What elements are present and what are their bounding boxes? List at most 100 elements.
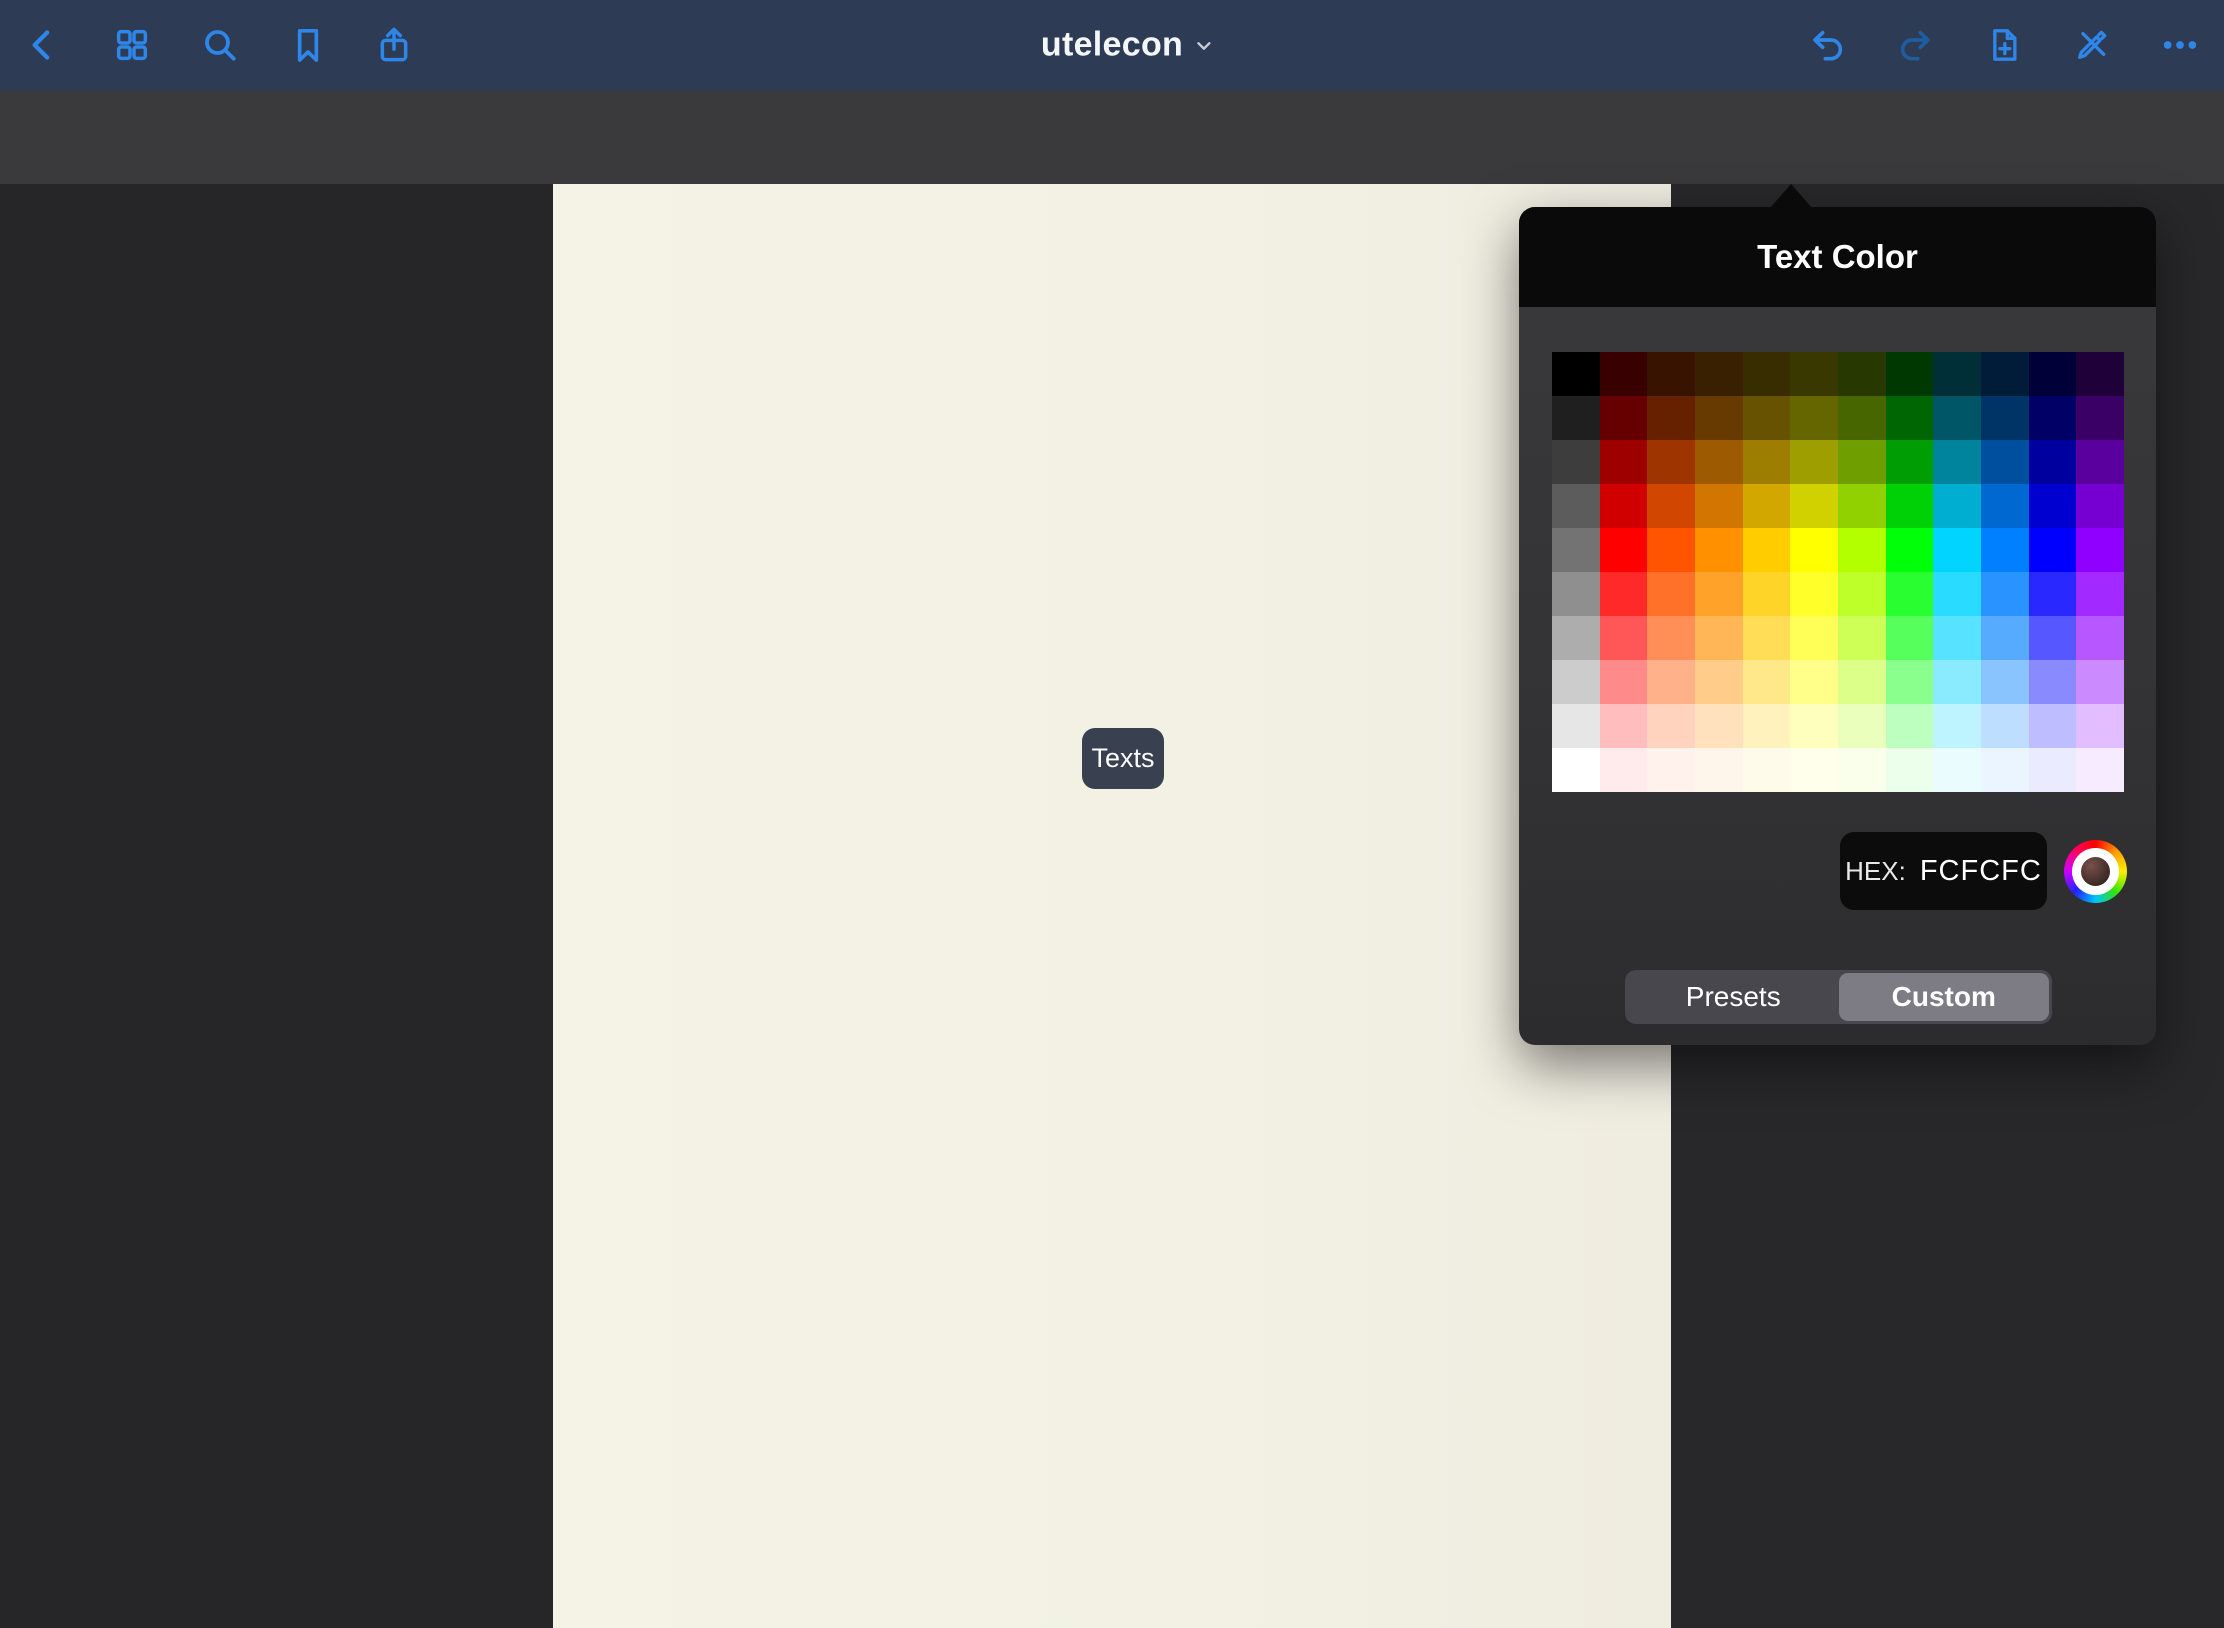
bookmark-icon[interactable] bbox=[286, 23, 330, 67]
color-swatch-cell[interactable] bbox=[1647, 528, 1695, 572]
color-swatch-cell[interactable] bbox=[1743, 396, 1791, 440]
color-swatch-cell[interactable] bbox=[1886, 528, 1934, 572]
color-wheel-button[interactable] bbox=[2064, 840, 2127, 903]
color-swatch-cell[interactable] bbox=[1838, 440, 1886, 484]
color-swatch-cell[interactable] bbox=[1886, 748, 1934, 792]
color-swatch-cell[interactable] bbox=[1838, 616, 1886, 660]
page-thumbnails-icon[interactable] bbox=[110, 23, 154, 67]
color-swatch-cell[interactable] bbox=[1743, 704, 1791, 748]
tab-presets[interactable]: Presets bbox=[1628, 973, 1839, 1021]
color-swatch-cell[interactable] bbox=[2029, 528, 2077, 572]
notebook-page[interactable]: Texts bbox=[553, 184, 1671, 1628]
color-swatch-cell[interactable] bbox=[2076, 748, 2124, 792]
color-swatch-cell[interactable] bbox=[1838, 484, 1886, 528]
color-swatch-cell[interactable] bbox=[1552, 396, 1600, 440]
color-swatch-cell[interactable] bbox=[1838, 660, 1886, 704]
color-swatch-cell[interactable] bbox=[1695, 572, 1743, 616]
color-swatch-cell[interactable] bbox=[1933, 484, 1981, 528]
color-swatch-cell[interactable] bbox=[1600, 396, 1648, 440]
color-swatch-cell[interactable] bbox=[1981, 484, 2029, 528]
color-swatch-cell[interactable] bbox=[1695, 352, 1743, 396]
color-swatch-cell[interactable] bbox=[2076, 616, 2124, 660]
color-swatch-cell[interactable] bbox=[1933, 704, 1981, 748]
color-swatch-cell[interactable] bbox=[1695, 440, 1743, 484]
color-swatch-cell[interactable] bbox=[2076, 484, 2124, 528]
color-swatch-cell[interactable] bbox=[1552, 572, 1600, 616]
color-swatch-cell[interactable] bbox=[1600, 528, 1648, 572]
color-swatch-cell[interactable] bbox=[2029, 484, 2077, 528]
color-swatch-cell[interactable] bbox=[2076, 660, 2124, 704]
color-swatch-cell[interactable] bbox=[1933, 352, 1981, 396]
color-swatch-cell[interactable] bbox=[2076, 352, 2124, 396]
color-swatch-cell[interactable] bbox=[1790, 704, 1838, 748]
color-swatch-cell[interactable] bbox=[1647, 660, 1695, 704]
color-swatch-cell[interactable] bbox=[2029, 616, 2077, 660]
color-swatch-cell[interactable] bbox=[1886, 440, 1934, 484]
color-swatch-cell[interactable] bbox=[1695, 748, 1743, 792]
color-swatch-cell[interactable] bbox=[1838, 704, 1886, 748]
color-swatch-cell[interactable] bbox=[1933, 396, 1981, 440]
color-swatch-cell[interactable] bbox=[1838, 396, 1886, 440]
color-swatch-cell[interactable] bbox=[1552, 660, 1600, 704]
color-swatch-cell[interactable] bbox=[2029, 748, 2077, 792]
add-page-icon[interactable] bbox=[1982, 23, 2026, 67]
color-swatch-cell[interactable] bbox=[1981, 748, 2029, 792]
color-swatch-cell[interactable] bbox=[1600, 748, 1648, 792]
color-swatch-cell[interactable] bbox=[1933, 660, 1981, 704]
color-swatch-cell[interactable] bbox=[1981, 572, 2029, 616]
color-swatch-cell[interactable] bbox=[1695, 528, 1743, 572]
color-swatch-cell[interactable] bbox=[1600, 704, 1648, 748]
color-swatch-cell[interactable] bbox=[1647, 572, 1695, 616]
color-swatch-cell[interactable] bbox=[1790, 616, 1838, 660]
color-swatch-cell[interactable] bbox=[2029, 660, 2077, 704]
color-swatch-cell[interactable] bbox=[1552, 748, 1600, 792]
color-swatch-cell[interactable] bbox=[1838, 572, 1886, 616]
color-swatch-cell[interactable] bbox=[1600, 572, 1648, 616]
color-swatch-cell[interactable] bbox=[1552, 616, 1600, 660]
color-swatch-cell[interactable] bbox=[2029, 440, 2077, 484]
color-swatch-cell[interactable] bbox=[2029, 572, 2077, 616]
color-swatch-cell[interactable] bbox=[1743, 352, 1791, 396]
color-swatch-cell[interactable] bbox=[1695, 616, 1743, 660]
color-swatch-cell[interactable] bbox=[1695, 484, 1743, 528]
color-swatch-cell[interactable] bbox=[1600, 352, 1648, 396]
color-swatch-cell[interactable] bbox=[1647, 440, 1695, 484]
color-swatch-cell[interactable] bbox=[1790, 484, 1838, 528]
color-swatch-cell[interactable] bbox=[1743, 572, 1791, 616]
color-swatch-cell[interactable] bbox=[1933, 748, 1981, 792]
back-icon[interactable] bbox=[21, 23, 65, 67]
share-icon[interactable] bbox=[372, 23, 416, 67]
color-swatch-cell[interactable] bbox=[1790, 440, 1838, 484]
color-swatch-cell[interactable] bbox=[1647, 748, 1695, 792]
color-swatch-cell[interactable] bbox=[1933, 528, 1981, 572]
color-swatch-cell[interactable] bbox=[1552, 440, 1600, 484]
color-swatch-cell[interactable] bbox=[2076, 704, 2124, 748]
color-swatch-cell[interactable] bbox=[1743, 660, 1791, 704]
color-swatch-cell[interactable] bbox=[2076, 572, 2124, 616]
document-title-button[interactable]: utelecon bbox=[1041, 26, 1215, 65]
color-swatch-cell[interactable] bbox=[1981, 440, 2029, 484]
color-swatch-cell[interactable] bbox=[1886, 352, 1934, 396]
color-swatch-cell[interactable] bbox=[1647, 352, 1695, 396]
hex-input[interactable]: HEX: FCFCFC bbox=[1840, 832, 2047, 910]
color-swatch-cell[interactable] bbox=[2076, 440, 2124, 484]
redo-icon[interactable] bbox=[1893, 23, 1937, 67]
color-swatch-cell[interactable] bbox=[1790, 352, 1838, 396]
color-swatch-cell[interactable] bbox=[1647, 704, 1695, 748]
color-swatch-cell[interactable] bbox=[1743, 616, 1791, 660]
color-swatch-cell[interactable] bbox=[1886, 572, 1934, 616]
tab-custom[interactable]: Custom bbox=[1839, 973, 2050, 1021]
color-swatch-cell[interactable] bbox=[2029, 352, 2077, 396]
more-options-icon[interactable] bbox=[2158, 23, 2202, 67]
color-swatch-cell[interactable] bbox=[1743, 748, 1791, 792]
color-swatch-cell[interactable] bbox=[1790, 748, 1838, 792]
color-swatch-cell[interactable] bbox=[1838, 748, 1886, 792]
pen-disabled-icon[interactable] bbox=[2070, 23, 2114, 67]
color-swatch-cell[interactable] bbox=[1600, 616, 1648, 660]
search-icon[interactable] bbox=[198, 23, 242, 67]
color-swatch-cell[interactable] bbox=[1552, 528, 1600, 572]
color-swatch-cell[interactable] bbox=[1838, 528, 1886, 572]
color-swatch-cell[interactable] bbox=[1600, 440, 1648, 484]
color-swatch-cell[interactable] bbox=[1600, 484, 1648, 528]
color-swatch-cell[interactable] bbox=[2029, 704, 2077, 748]
